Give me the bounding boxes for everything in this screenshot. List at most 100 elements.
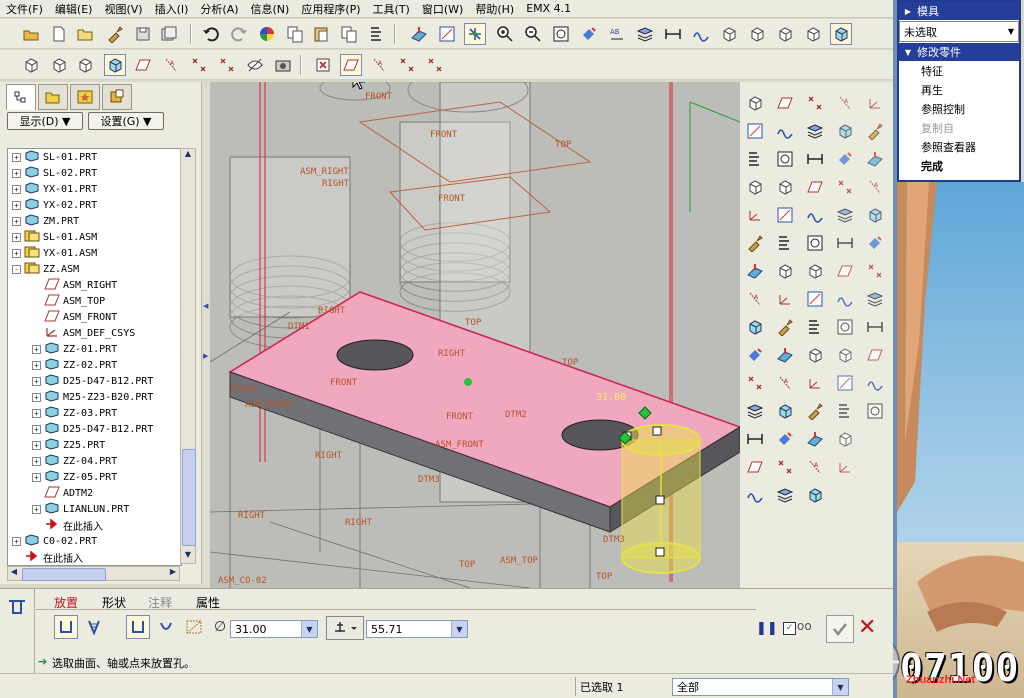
feature-orient-icon[interactable] — [744, 260, 766, 282]
orient-icon[interactable] — [408, 23, 430, 45]
zoomout-icon[interactable] — [522, 23, 544, 45]
xpt-icon[interactable] — [216, 54, 238, 76]
saveas-icon[interactable] — [158, 23, 180, 45]
feature-plane-icon[interactable] — [834, 260, 856, 282]
hole-profile-button[interactable] — [182, 615, 206, 639]
depth-option-button[interactable] — [326, 616, 364, 640]
cubeshade-icon[interactable] — [104, 54, 126, 76]
expand-toggle[interactable]: + — [12, 200, 21, 210]
expand-toggle[interactable]: + — [32, 360, 41, 370]
feature-cube-icon[interactable] — [774, 176, 796, 198]
tree-item[interactable]: + ZZ-03.PRT — [32, 405, 117, 421]
tree-item[interactable]: + YX-01.ASM — [12, 245, 97, 261]
feature-cube-icon[interactable] — [804, 260, 826, 282]
feature-plane-icon[interactable] — [774, 92, 796, 114]
selection-combo[interactable]: 未选取 ▼ — [899, 21, 1019, 42]
tree-item[interactable]: + ZZ-02.PRT — [32, 357, 117, 373]
cubeshade-icon[interactable] — [830, 23, 852, 45]
menu-manager-item[interactable]: 参照控制 — [899, 99, 1019, 118]
standard-hole-button[interactable] — [82, 615, 106, 639]
plane-icon[interactable] — [340, 54, 362, 76]
layers-icon[interactable] — [634, 23, 656, 45]
feature-cube-icon[interactable] — [744, 92, 766, 114]
cube-icon[interactable] — [718, 23, 740, 45]
menu-item-8[interactable]: 窗口(W) — [416, 1, 469, 17]
expand-toggle[interactable]: + — [12, 536, 21, 546]
feature-repaint-icon[interactable] — [744, 344, 766, 366]
depth-input[interactable]: 55.71 ▼ — [366, 620, 468, 638]
cube-icon[interactable] — [746, 23, 768, 45]
feature-wave-icon[interactable] — [744, 484, 766, 506]
tree-item[interactable]: - ZZ.ASM — [12, 261, 79, 277]
apply-button[interactable] — [826, 615, 854, 643]
datum-icon[interactable]: A — [160, 54, 182, 76]
feature-brush-icon[interactable] — [804, 400, 826, 422]
feature-wave-icon[interactable] — [804, 204, 826, 226]
feature-layers-icon[interactable] — [774, 484, 796, 506]
tree-item[interactable]: + D25-D47-B12.PRT — [32, 373, 153, 389]
expand-toggle[interactable]: + — [32, 344, 41, 354]
tree-vertical-scrollbar[interactable]: ▲ ▼ — [180, 148, 196, 564]
expand-toggle[interactable]: + — [32, 440, 41, 450]
connections-tab[interactable] — [102, 84, 132, 110]
feature-layers-icon[interactable] — [804, 120, 826, 142]
repaint-icon[interactable] — [578, 23, 600, 45]
tree-item[interactable]: + SL-01.ASM — [12, 229, 97, 245]
feature-wave-icon[interactable] — [834, 288, 856, 310]
cube-icon[interactable] — [20, 54, 42, 76]
feature-measure-icon[interactable] — [864, 316, 886, 338]
panel-splitter[interactable]: ◀ ▶ — [202, 82, 210, 588]
feature-sketch-icon[interactable] — [744, 120, 766, 142]
simple-hole-button[interactable] — [126, 615, 150, 639]
graphics-window[interactable]: 31.00 FRONT FRONT ASM_RIGHT RIGHT TOP FRONT RI… — [210, 82, 740, 588]
copy-icon[interactable] — [338, 23, 360, 45]
settings-dropdown[interactable]: 设置(G) ▼ — [88, 112, 164, 130]
sketched-hole-button[interactable] — [154, 615, 178, 639]
expand-toggle[interactable]: + — [32, 504, 41, 514]
cancel-button[interactable]: ✕ — [858, 615, 876, 640]
tree-item[interactable]: ASM_DEF_CSYS — [32, 325, 135, 341]
undo-icon[interactable] — [200, 23, 222, 45]
diameter-input[interactable]: 31.00 ▼ — [230, 620, 318, 638]
feature-brush-icon[interactable] — [744, 232, 766, 254]
feature-wave-icon[interactable] — [864, 372, 886, 394]
tree-item[interactable]: ASM_TOP — [32, 293, 105, 309]
menu-item-1[interactable]: 编辑(E) — [49, 1, 99, 17]
glasses-icon[interactable]: oo — [797, 619, 812, 633]
cube-icon[interactable] — [802, 23, 824, 45]
zoomin-icon[interactable] — [494, 23, 516, 45]
cube-icon[interactable] — [74, 54, 96, 76]
copy-icon[interactable] — [284, 23, 306, 45]
menu-item-6[interactable]: 应用程序(P) — [295, 1, 366, 17]
feature-cube-icon[interactable] — [774, 260, 796, 282]
tree-item[interactable]: 在此插入 — [32, 517, 103, 533]
menu-item-9[interactable]: 帮助(H) — [469, 1, 520, 17]
feature-spec-icon[interactable] — [834, 400, 856, 422]
regen-icon[interactable] — [256, 23, 278, 45]
expand-toggle[interactable]: + — [32, 376, 41, 386]
feature-csys-icon[interactable] — [804, 372, 826, 394]
tree-item[interactable]: + M25-Z23-B20.PRT — [32, 389, 153, 405]
feature-csys-icon[interactable] — [864, 92, 886, 114]
feature-plane-icon[interactable] — [804, 176, 826, 198]
display-dropdown[interactable]: 显示(D) ▼ — [7, 112, 83, 130]
feature-datum-icon[interactable]: A — [774, 372, 796, 394]
cam-icon[interactable] — [272, 54, 294, 76]
feature-refit-icon[interactable] — [864, 400, 886, 422]
feature-refit-icon[interactable] — [834, 316, 856, 338]
expand-toggle[interactable]: + — [32, 472, 41, 482]
feature-brush-icon[interactable] — [774, 316, 796, 338]
feature-spec-icon[interactable] — [744, 148, 766, 170]
feature-xpt-icon[interactable] — [834, 176, 856, 198]
menu-manager-item[interactable]: 再生 — [899, 80, 1019, 99]
newf-icon[interactable] — [48, 23, 70, 45]
feature-refit-icon[interactable] — [804, 232, 826, 254]
feature-xpt-icon[interactable] — [804, 92, 826, 114]
folder-icon[interactable] — [74, 23, 96, 45]
feature-wave-icon[interactable] — [774, 120, 796, 142]
feature-sketch-icon[interactable] — [804, 288, 826, 310]
tree-item[interactable]: + YX-01.PRT — [12, 181, 97, 197]
pause-icon[interactable]: ❚❚ — [756, 621, 778, 636]
eye-icon[interactable] — [244, 54, 266, 76]
feature-orient-icon[interactable] — [804, 428, 826, 450]
